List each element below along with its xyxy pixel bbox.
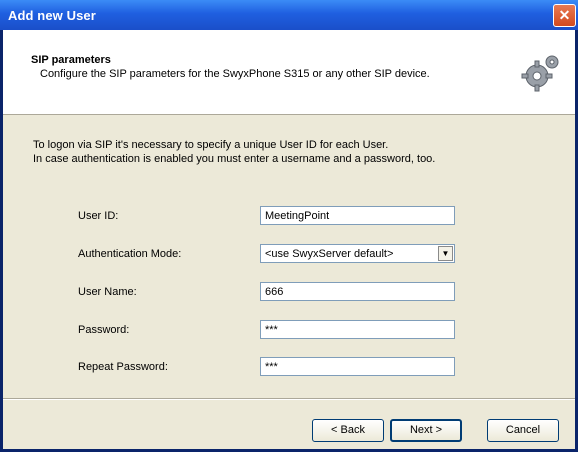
wizard-header: SIP parameters Configure the SIP paramet…	[3, 30, 575, 115]
user-name-label: User Name:	[78, 286, 137, 298]
dialog-window: Add new User ✕ SIP parameters Configure …	[0, 0, 578, 452]
title-bar[interactable]: Add new User ✕	[0, 0, 578, 30]
next-button[interactable]: Next >	[390, 419, 462, 442]
password-label: Password:	[78, 324, 130, 336]
button-separator	[3, 398, 575, 400]
back-button[interactable]: < Back	[312, 419, 384, 442]
password-field[interactable]	[260, 320, 455, 339]
intro-line-2: In case authentication is enabled you mu…	[33, 153, 436, 165]
intro-line-1: To logon via SIP it's necessary to speci…	[33, 139, 389, 151]
auth-mode-label: Authentication Mode:	[78, 248, 182, 260]
gear-icon	[521, 55, 559, 92]
intro-text: To logon via SIP it's necessary to speci…	[33, 138, 435, 166]
header-title: SIP parameters	[31, 54, 111, 66]
dialog-client: SIP parameters Configure the SIP paramet…	[3, 30, 575, 449]
repeat-password-label: Repeat Password:	[78, 361, 168, 373]
header-subtitle: Configure the SIP parameters for the Swy…	[40, 68, 430, 80]
cancel-button[interactable]: Cancel	[487, 419, 559, 442]
repeat-password-field[interactable]	[260, 357, 455, 376]
user-id-label: User ID:	[78, 210, 119, 222]
user-id-field[interactable]	[260, 206, 455, 225]
user-name-field[interactable]	[260, 282, 455, 301]
chevron-down-icon[interactable]: ▼	[438, 246, 453, 261]
close-icon[interactable]: ✕	[553, 4, 576, 27]
auth-mode-select[interactable]: <use SwyxServer default> ▼	[260, 244, 455, 263]
window-title: Add new User	[8, 8, 96, 23]
auth-mode-value: <use SwyxServer default>	[265, 248, 394, 260]
